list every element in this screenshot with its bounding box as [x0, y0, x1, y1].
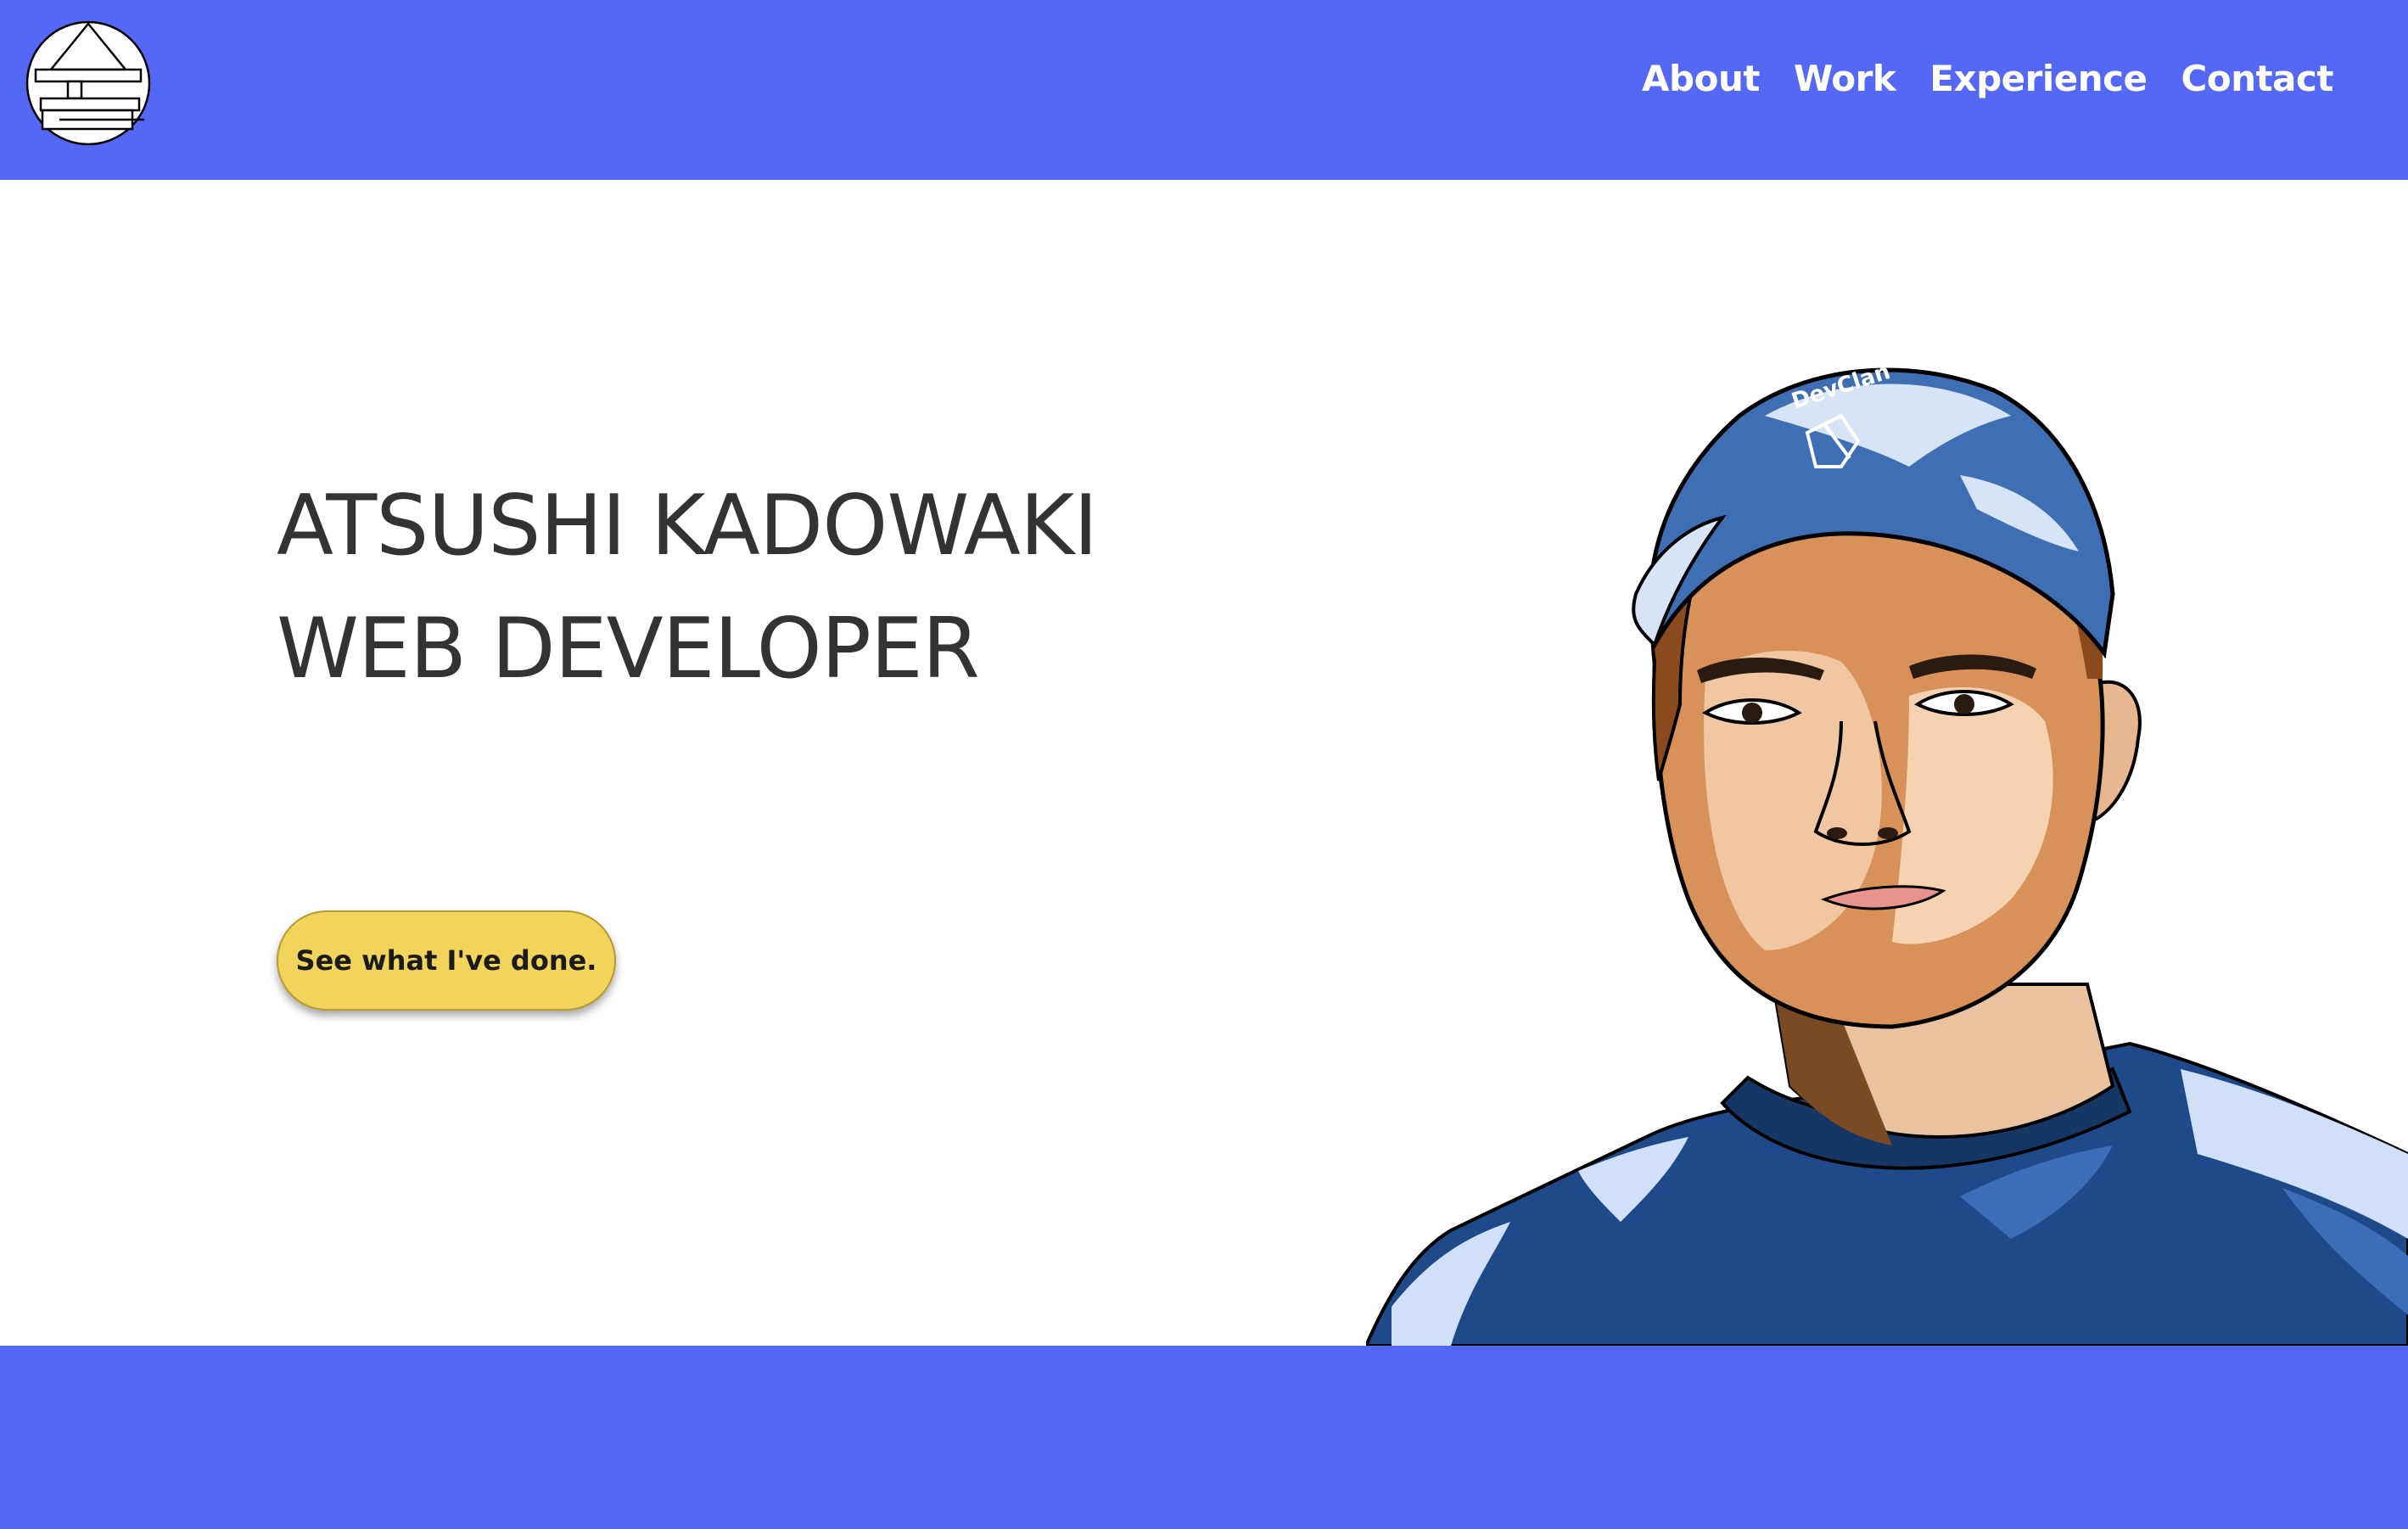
nav-about-link[interactable]: About: [1642, 58, 1760, 99]
hero-role: WEB DEVELOPER: [277, 601, 980, 697]
hero-heading: ATSUSHI KADOWAKI WEB DEVELOPER: [277, 465, 1098, 711]
hero-name: ATSUSHI KADOWAKI: [277, 478, 1098, 574]
main-nav: About Work Experience Contact: [1642, 58, 2333, 99]
footer-band: [0, 1346, 2408, 1529]
logo-icon[interactable]: [25, 20, 151, 146]
nav-experience-link[interactable]: Experience: [1929, 58, 2148, 99]
see-work-button[interactable]: See what I've done.: [277, 910, 616, 1011]
site-header: About Work Experience Contact: [0, 0, 2408, 180]
nav-work-link[interactable]: Work: [1794, 58, 1896, 99]
nav-contact-link[interactable]: Contact: [2181, 58, 2334, 99]
portrait-illustration: DevClan: [1366, 359, 2408, 1346]
